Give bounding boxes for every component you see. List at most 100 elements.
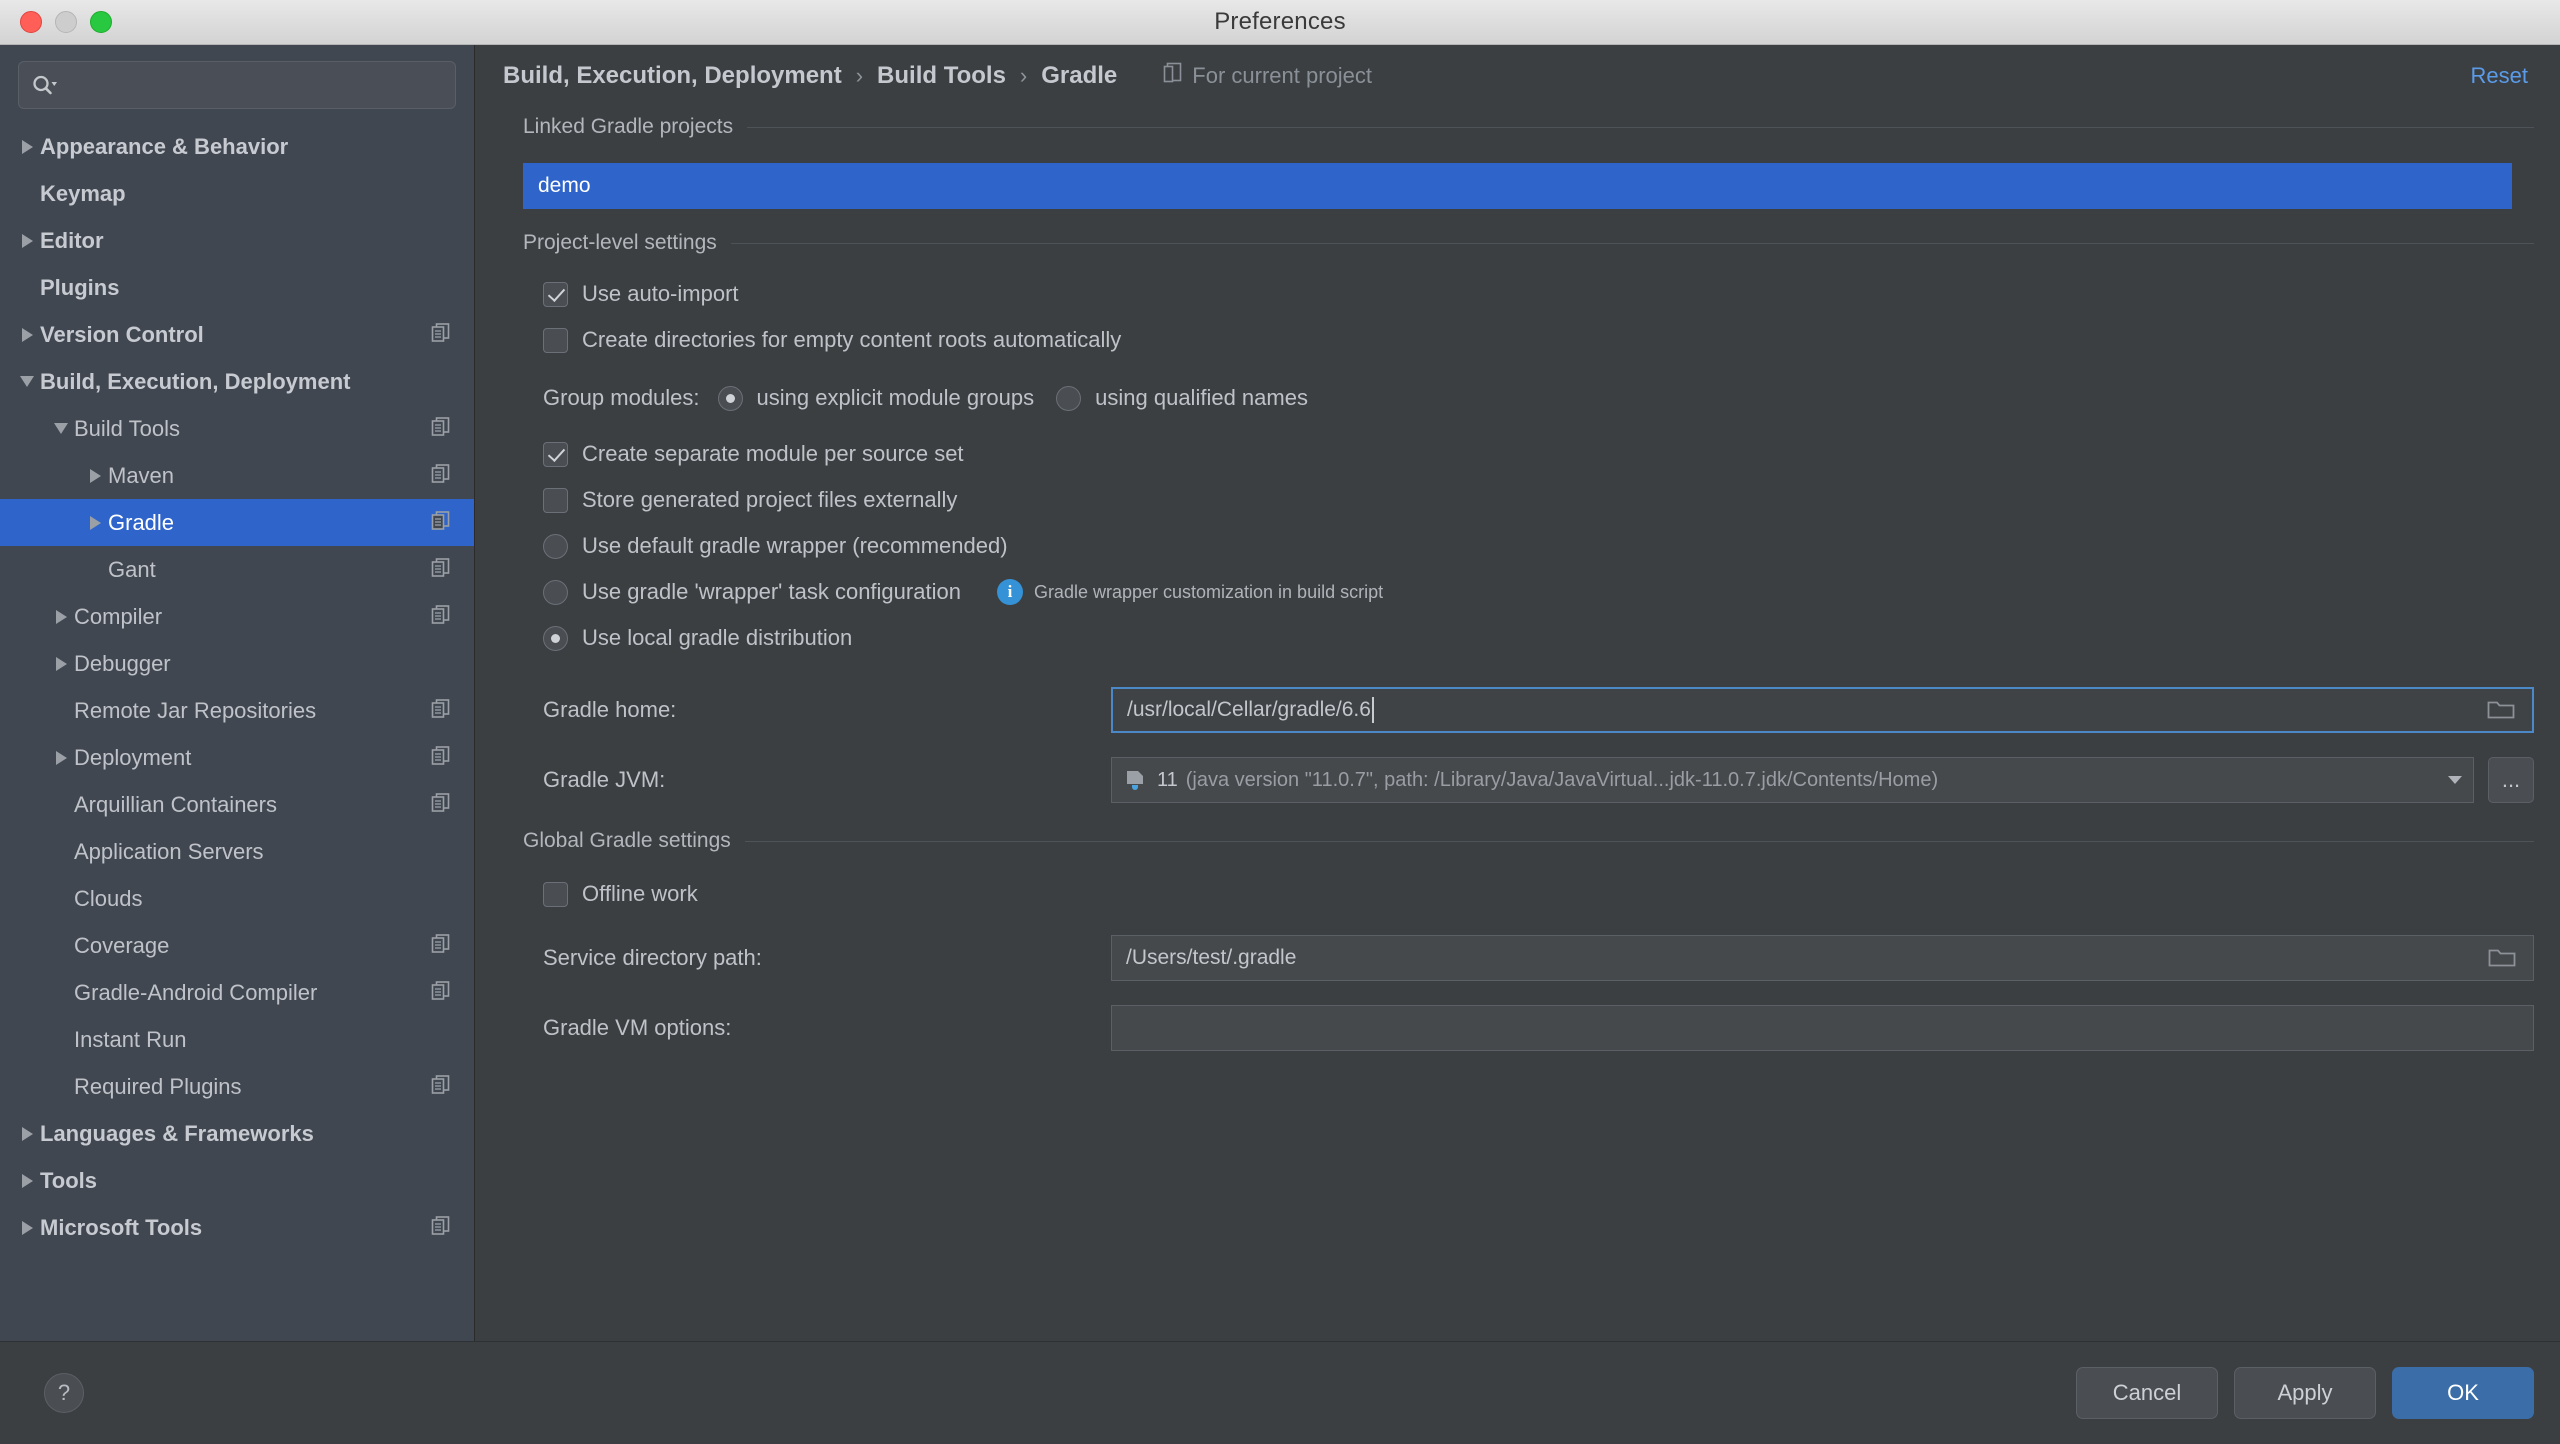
chevron-right-icon[interactable] (14, 1168, 40, 1194)
vm-options-input[interactable] (1111, 1005, 2534, 1051)
breadcrumb-item-1[interactable]: Build Tools (877, 62, 1006, 90)
gradle-home-input[interactable]: /usr/local/Cellar/gradle/6.6 (1111, 687, 2534, 733)
chevron-right-icon[interactable] (82, 463, 108, 489)
copy-settings-icon[interactable] (430, 1073, 452, 1100)
ok-button[interactable]: OK (2392, 1367, 2534, 1419)
chevron-right-icon[interactable] (14, 1121, 40, 1147)
copy-settings-icon[interactable] (430, 321, 452, 348)
sidebar-item-application-servers[interactable]: Application Servers (0, 828, 474, 875)
offline-work-row[interactable]: Offline work (543, 871, 2534, 917)
window-titlebar: Preferences (0, 0, 2560, 45)
use-auto-import-row[interactable]: Use auto-import (543, 271, 2534, 317)
sidebar-item-label: Appearance & Behavior (40, 133, 289, 159)
sidebar-item-editor[interactable]: Editor (0, 217, 474, 264)
sidebar-item-arquillian-containers[interactable]: Arquillian Containers (0, 781, 474, 828)
group-modules-explicit-label: using explicit module groups (756, 385, 1035, 410)
sidebar-item-microsoft-tools[interactable]: Microsoft Tools (0, 1204, 474, 1251)
sidebar-item-remote-jar-repositories[interactable]: Remote Jar Repositories (0, 687, 474, 734)
use-local-distribution-row[interactable]: Use local gradle distribution (543, 615, 2534, 661)
offline-work-checkbox[interactable] (543, 881, 568, 907)
chevron-right-icon[interactable] (14, 322, 40, 348)
cancel-button[interactable]: Cancel (2076, 1367, 2218, 1419)
sidebar-item-appearance-behavior[interactable]: Appearance & Behavior (0, 123, 474, 170)
group-modules-label: Group modules: (543, 385, 700, 410)
chevron-right-icon[interactable] (14, 134, 40, 160)
copy-settings-icon[interactable] (430, 415, 452, 442)
copy-settings-icon[interactable] (430, 603, 452, 630)
sidebar-item-instant-run[interactable]: Instant Run (0, 1016, 474, 1063)
use-wrapper-task-row[interactable]: Use gradle 'wrapper' task configuration … (543, 569, 2534, 615)
sidebar-item-tools[interactable]: Tools (0, 1157, 474, 1204)
chevron-right-icon[interactable] (48, 604, 74, 630)
create-directories-checkbox[interactable] (543, 327, 568, 353)
group-modules-qualified-radio[interactable] (1056, 385, 1082, 411)
gradle-jvm-row: Gradle JVM: 11 (java version "11.0.7", p… (543, 757, 2534, 803)
chevron-right-icon[interactable] (14, 1215, 40, 1241)
gradle-jvm-more-button[interactable]: ... (2488, 757, 2534, 803)
folder-browse-icon[interactable] (2484, 699, 2518, 721)
chevron-right-icon[interactable] (14, 228, 40, 254)
sidebar-item-label: Arquillian Containers (74, 791, 277, 817)
sidebar-item-plugins[interactable]: Plugins (0, 264, 474, 311)
copy-settings-icon[interactable] (430, 1214, 452, 1241)
copy-settings-icon[interactable] (430, 932, 452, 959)
apply-button[interactable]: Apply (2234, 1367, 2376, 1419)
group-divider (730, 242, 2534, 244)
copy-settings-icon[interactable] (430, 509, 452, 536)
create-directories-row[interactable]: Create directories for empty content roo… (543, 317, 2534, 363)
store-generated-checkbox[interactable] (543, 487, 568, 513)
sidebar-item-gant[interactable]: Gant (0, 546, 474, 593)
store-generated-row[interactable]: Store generated project files externally (543, 477, 2534, 523)
reset-link[interactable]: Reset (2471, 63, 2528, 89)
group-modules-explicit-radio[interactable] (717, 385, 743, 411)
chevron-down-icon[interactable] (2445, 769, 2465, 792)
service-directory-input[interactable]: /Users/test/.gradle (1111, 935, 2534, 981)
search-input[interactable] (63, 73, 443, 97)
create-separate-module-checkbox[interactable] (543, 441, 568, 467)
copy-settings-icon[interactable] (430, 791, 452, 818)
folder-browse-icon[interactable] (2485, 947, 2519, 969)
copy-settings-icon[interactable] (430, 979, 452, 1006)
sidebar-item-required-plugins[interactable]: Required Plugins (0, 1063, 474, 1110)
sidebar-item-debugger[interactable]: Debugger (0, 640, 474, 687)
sidebar-item-build-execution-deployment[interactable]: Build, Execution, Deployment (0, 358, 474, 405)
search-box[interactable] (18, 61, 456, 109)
sidebar-item-coverage[interactable]: Coverage (0, 922, 474, 969)
copy-settings-icon[interactable] (430, 556, 452, 583)
sidebar-item-keymap[interactable]: Keymap (0, 170, 474, 217)
breadcrumb-separator: › (1019, 63, 1028, 88)
dialog-body: Appearance & Behavior Keymap Editor Plugins… (0, 45, 2560, 1341)
copy-settings-icon[interactable] (430, 744, 452, 771)
help-button[interactable]: ? (44, 1373, 84, 1413)
create-separate-module-row[interactable]: Create separate module per source set (543, 431, 2534, 477)
breadcrumb-item-0[interactable]: Build, Execution, Deployment (503, 62, 842, 90)
chevron-right-icon[interactable] (48, 745, 74, 771)
sidebar-item-gradle[interactable]: Gradle (0, 499, 474, 546)
use-wrapper-task-radio[interactable] (543, 579, 568, 605)
sidebar-item-maven[interactable]: Maven (0, 452, 474, 499)
use-local-distribution-radio[interactable] (543, 625, 568, 651)
sidebar-item-clouds[interactable]: Clouds (0, 875, 474, 922)
sidebar-item-version-control[interactable]: Version Control (0, 311, 474, 358)
gradle-jvm-select[interactable]: 11 (java version "11.0.7", path: /Librar… (1111, 757, 2474, 803)
chevron-down-icon[interactable] (48, 416, 74, 442)
breadcrumb-item-2[interactable]: Gradle (1041, 62, 1117, 90)
sidebar-item-gradle-android-compiler[interactable]: Gradle-Android Compiler (0, 969, 474, 1016)
chevron-right-icon[interactable] (82, 510, 108, 536)
sidebar-item-build-tools[interactable]: Build Tools (0, 405, 474, 452)
copy-settings-icon[interactable] (430, 462, 452, 489)
linked-project-item[interactable]: demo (523, 163, 2512, 209)
use-auto-import-checkbox[interactable] (543, 281, 568, 307)
sidebar-item-compiler[interactable]: Compiler (0, 593, 474, 640)
use-default-wrapper-radio[interactable] (543, 533, 568, 559)
chevron-down-icon[interactable] (14, 369, 40, 395)
use-default-wrapper-row[interactable]: Use default gradle wrapper (recommended) (543, 523, 2534, 569)
sidebar-item-deployment[interactable]: Deployment (0, 734, 474, 781)
project-scope-label: For current project (1192, 63, 1373, 88)
copy-settings-icon[interactable] (430, 697, 452, 724)
settings-tree: Appearance & Behavior Keymap Editor Plugins… (0, 119, 474, 1341)
sidebar-item-languages-frameworks[interactable]: Languages & Frameworks (0, 1110, 474, 1157)
chevron-right-icon[interactable] (48, 651, 74, 677)
